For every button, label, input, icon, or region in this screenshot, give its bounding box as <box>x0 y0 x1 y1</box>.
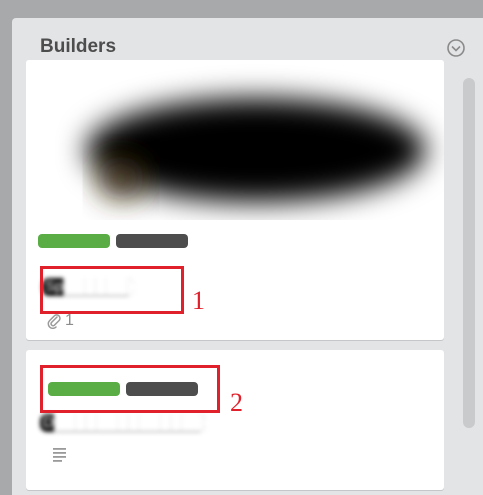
card-label-green[interactable] <box>38 234 110 248</box>
attachment-badge: 1 <box>46 312 74 330</box>
description-icon <box>52 446 68 467</box>
annotation-box-2 <box>40 365 220 413</box>
card-cover-image <box>26 60 444 220</box>
list-menu-icon[interactable] <box>446 38 466 58</box>
list-scrollbar[interactable] <box>461 76 477 495</box>
annotation-box-1 <box>40 266 184 314</box>
annotation-number-1: 1 <box>192 286 205 315</box>
board-canvas: Builders Sp███████ 1 D████████████████ 1… <box>0 0 483 495</box>
list-title[interactable]: Builders <box>40 36 116 58</box>
attachment-count: 1 <box>65 312 74 329</box>
annotation-number-2: 2 <box>230 388 243 417</box>
card-label-dark[interactable] <box>116 234 188 248</box>
paperclip-icon <box>47 314 61 329</box>
scrollbar-thumb[interactable] <box>463 78 475 428</box>
card-title[interactable]: D████████████████ <box>40 414 206 432</box>
